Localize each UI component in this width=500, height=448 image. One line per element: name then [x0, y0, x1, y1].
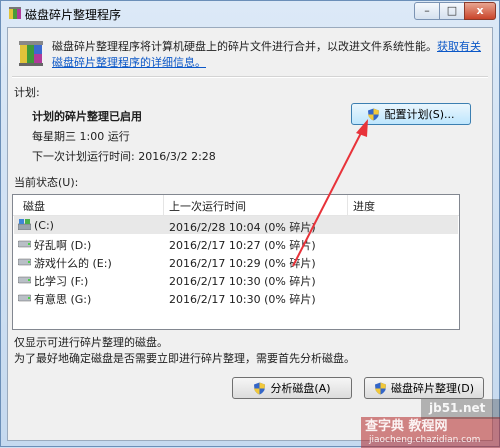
watermark-site: jb51.net: [429, 401, 486, 415]
annotation-arrow: [292, 119, 368, 267]
watermark-url: jiaocheng.chazidian.com: [369, 435, 481, 445]
defrag-window: 磁盘碎片整理程序 – □ x 磁盘碎片整理程序将计算机硬盘上的碎片文件进行合并，…: [0, 0, 500, 448]
watermark-title: 查字典 教程网: [365, 419, 448, 434]
